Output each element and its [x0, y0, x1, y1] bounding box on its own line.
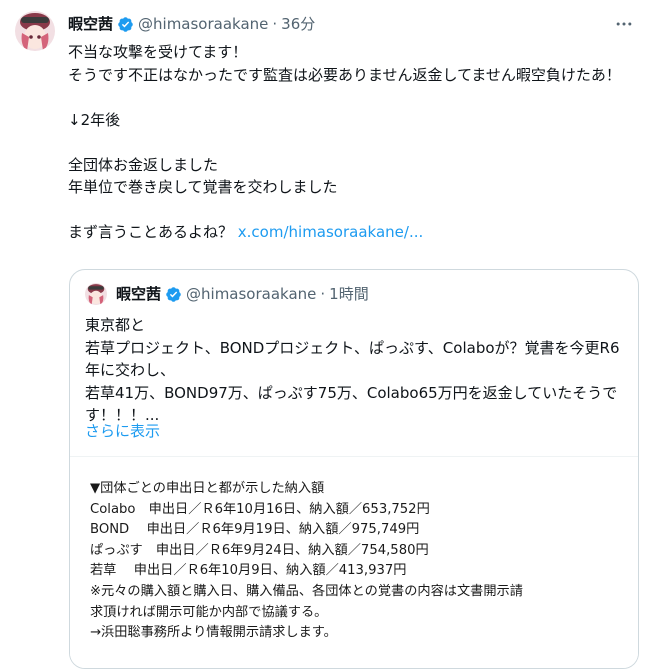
tweet: 暇空茜 @himasoraakane · 36分 不当な攻撃を受けてます！ そう…: [0, 0, 648, 669]
separator-dot: ·: [272, 15, 278, 33]
doc-line: ▼団体ごとの申出日と都が示した納入額: [90, 481, 325, 496]
quote-timestamp[interactable]: 1時間: [329, 284, 369, 304]
more-options-icon[interactable]: [612, 14, 636, 34]
quote-author-handle[interactable]: @himasoraakane: [186, 284, 316, 304]
doc-line: →浜田聡事務所より情報開示請求します。: [90, 625, 337, 641]
quoted-tweet[interactable]: 暇空茜 @himasoraakane · 1時間 東京都と 若草プロジェクト、B…: [69, 269, 639, 669]
tweet-link[interactable]: x.com/himasoraakane/...: [238, 223, 423, 241]
tweet-line: そうです不正はなかったです監査は必要ありません返金してません暇空負けたあ！: [68, 65, 621, 84]
tweet-line: ↓2年後: [68, 110, 121, 129]
quote-text: 東京都と 若草プロジェクト、BONDプロジェクト、ぱっぷす、Colaboが？覚書…: [85, 316, 620, 424]
tweet-line: 年単位で巻き戻して覚書を交わしました: [68, 178, 338, 196]
quote-author-name[interactable]: 暇空茜: [116, 284, 161, 304]
verified-badge-icon: [117, 16, 134, 33]
timestamp[interactable]: 36分: [281, 14, 315, 34]
document-text: ▼団体ごとの申出日と都が示した納入額 Colabo 申出日／Ｒ6年10月16日、…: [90, 479, 620, 644]
author-avatar[interactable]: [15, 11, 55, 51]
show-more-link[interactable]: さらに表示: [85, 420, 160, 443]
doc-line: 若草 申出日／Ｒ6年10月9日、納入額／413,937円: [90, 563, 407, 579]
doc-line: 求頂ければ開示可能か内部で協議する。: [90, 604, 328, 620]
verified-badge-icon: [165, 286, 182, 303]
tweet-header: 暇空茜 @himasoraakane · 36分: [68, 14, 315, 34]
quote-attached-image[interactable]: ▼団体ごとの申出日と都が示した納入額 Colabo 申出日／Ｒ6年10月16日、…: [70, 456, 638, 668]
doc-line: ぱっぷす 申出日／Ｒ6年9月24日、納入額／754,580円: [90, 542, 429, 558]
tweet-line-last: まず言うことあるよね？: [68, 223, 238, 241]
doc-line: ※元々の購入額と購入日、購入備品、各団体との覚書の内容は文書開示請: [90, 583, 523, 599]
doc-line: Colabo 申出日／Ｒ6年10月16日、納入額／653,752円: [90, 501, 430, 517]
author-name[interactable]: 暇空茜: [68, 14, 113, 34]
separator-dot: ·: [320, 285, 326, 303]
tweet-text: 不当な攻撃を受けてます！ そうです不正はなかったです監査は必要ありません返金して…: [68, 41, 640, 244]
quote-author-avatar[interactable]: [85, 283, 107, 305]
tweet-line: 全団体お金返しました: [68, 155, 219, 174]
author-handle[interactable]: @himasoraakane: [138, 14, 268, 34]
doc-line: BOND 申出日／Ｒ6年9月19日、納入額／975,749円: [90, 522, 420, 538]
tweet-line: 不当な攻撃を受けてます！: [68, 43, 248, 61]
quote-header: 暇空茜 @himasoraakane · 1時間: [116, 284, 369, 304]
